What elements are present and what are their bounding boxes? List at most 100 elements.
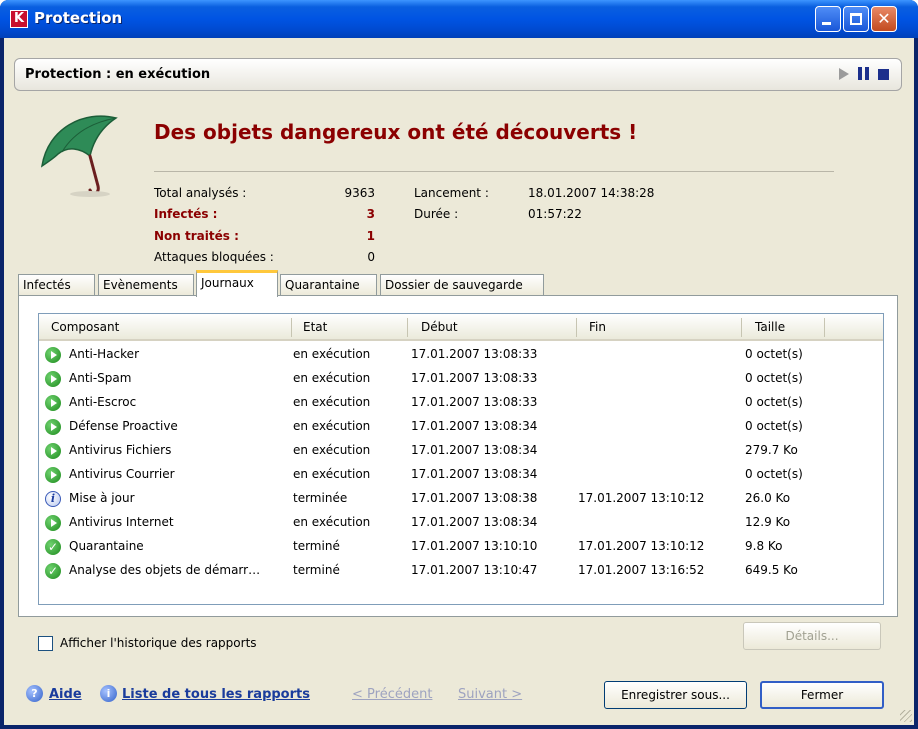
play-button[interactable] bbox=[835, 65, 853, 83]
panel-title: Protection : en exécution bbox=[25, 67, 211, 82]
cell-component: Antivirus Courrier bbox=[69, 467, 175, 481]
tab-journaux[interactable]: Journaux bbox=[196, 270, 278, 297]
history-checkbox-label[interactable]: Afficher l'historique des rapports bbox=[60, 636, 257, 650]
cell-size: 26.0 Ko bbox=[745, 491, 791, 505]
cell-size: 279.7 Ko bbox=[745, 443, 798, 457]
cell-start: 17.01.2007 13:08:34 bbox=[411, 443, 538, 457]
cell-start: 17.01.2007 13:08:34 bbox=[411, 515, 538, 529]
running-status-icon bbox=[45, 443, 61, 459]
cell-size: 12.9 Ko bbox=[745, 515, 791, 529]
total-scanned-label: Total analysés : bbox=[154, 186, 247, 200]
save-as-button[interactable]: Enregistrer sous... bbox=[604, 681, 747, 709]
close-window-button[interactable]: ✕ bbox=[871, 6, 897, 32]
table-row[interactable]: ✓ Analyse des objets de démarr… terminé 17.… bbox=[39, 559, 883, 583]
minimize-button[interactable] bbox=[815, 6, 841, 32]
cell-component: Analyse des objets de démarr… bbox=[69, 563, 261, 577]
cell-start: 17.01.2007 13:08:34 bbox=[411, 419, 538, 433]
cell-size: 0 octet(s) bbox=[745, 347, 803, 361]
cell-start: 17.01.2007 13:10:10 bbox=[411, 539, 538, 553]
running-status-icon bbox=[45, 515, 61, 531]
cell-start: 17.01.2007 13:10:47 bbox=[411, 563, 538, 577]
help-link[interactable]: Aide bbox=[49, 687, 82, 702]
tab-dossier-sauvegarde[interactable]: Dossier de sauvegarde bbox=[380, 274, 544, 296]
tab-content-journaux: Composant Etat Début Fin Taille Anti-Hac… bbox=[18, 295, 898, 617]
running-status-icon bbox=[45, 419, 61, 435]
column-header-etat[interactable]: Etat bbox=[303, 320, 327, 334]
cell-state: terminée bbox=[293, 491, 348, 505]
column-header-composant[interactable]: Composant bbox=[51, 320, 119, 334]
blocked-attacks-label: Attaques bloquées : bbox=[154, 250, 274, 264]
reports-list[interactable]: Composant Etat Début Fin Taille Anti-Hac… bbox=[38, 313, 884, 605]
play-icon bbox=[839, 68, 849, 80]
cell-state: en exécution bbox=[293, 443, 371, 457]
cell-component: Antivirus Internet bbox=[69, 515, 174, 529]
infected-label: Infectés : bbox=[154, 207, 218, 221]
close-icon: ✕ bbox=[877, 9, 891, 28]
info-status-icon: i bbox=[45, 491, 61, 507]
running-status-icon bbox=[45, 395, 61, 411]
cell-start: 17.01.2007 13:08:33 bbox=[411, 395, 538, 409]
table-row[interactable]: Anti-Hacker en exécution 17.01.2007 13:08:… bbox=[39, 343, 883, 367]
launch-value: 18.01.2007 14:38:28 bbox=[528, 186, 655, 200]
window-title: Protection bbox=[34, 9, 123, 27]
cell-end: 17.01.2007 13:10:12 bbox=[578, 491, 705, 505]
cell-size: 9.8 Ko bbox=[745, 539, 783, 553]
title-bar[interactable]: K Protection ✕ bbox=[0, 0, 918, 38]
window-client-area: Protection : en exécution Des objets dan… bbox=[4, 38, 914, 725]
cell-size: 0 octet(s) bbox=[745, 467, 803, 481]
close-button[interactable]: Fermer bbox=[760, 681, 884, 709]
list-header: Composant Etat Début Fin Taille bbox=[39, 314, 883, 341]
tab-infectes[interactable]: Infectés bbox=[18, 274, 95, 296]
resize-grip[interactable] bbox=[900, 710, 912, 722]
duration-label: Durée : bbox=[414, 207, 459, 221]
cell-component: Quarantaine bbox=[69, 539, 144, 553]
all-reports-link[interactable]: Liste de tous les rapports bbox=[122, 687, 310, 702]
cell-component: Mise à jour bbox=[69, 491, 135, 505]
table-row[interactable]: Anti-Spam en exécution 17.01.2007 13:08:33… bbox=[39, 367, 883, 391]
table-row[interactable]: Antivirus Courrier en exécution 17.01.2007… bbox=[39, 463, 883, 487]
cell-state: en exécution bbox=[293, 395, 371, 409]
stop-button[interactable] bbox=[875, 65, 893, 83]
table-row[interactable]: Antivirus Internet en exécution 17.01.2007… bbox=[39, 511, 883, 535]
table-row[interactable]: Défense Proactive en exécution 17.01.2007 … bbox=[39, 415, 883, 439]
tab-evenements[interactable]: Evènements bbox=[98, 274, 194, 296]
history-checkbox[interactable] bbox=[38, 636, 53, 651]
maximize-icon bbox=[850, 13, 862, 25]
tab-quarantaine[interactable]: Quarantaine bbox=[280, 274, 377, 296]
column-header-fin[interactable]: Fin bbox=[589, 320, 606, 334]
running-status-icon bbox=[45, 347, 61, 363]
blocked-attacks-value: 0 bbox=[367, 250, 375, 264]
cell-size: 0 octet(s) bbox=[745, 419, 803, 433]
column-header-debut[interactable]: Début bbox=[421, 320, 458, 334]
previous-link[interactable]: < Précédent bbox=[352, 687, 432, 702]
info-icon[interactable]: i bbox=[100, 685, 117, 702]
running-status-icon bbox=[45, 467, 61, 483]
table-row[interactable]: Anti-Escroc en exécution 17.01.2007 13:08:… bbox=[39, 391, 883, 415]
status-panel-header: Protection : en exécution bbox=[14, 58, 902, 91]
status-heading: Des objets dangereux ont été découverts … bbox=[154, 120, 638, 144]
protection-window: K Protection ✕ Protection : en exécution… bbox=[0, 0, 918, 729]
divider bbox=[154, 171, 834, 172]
cell-state: en exécution bbox=[293, 371, 371, 385]
cell-size: 0 octet(s) bbox=[745, 371, 803, 385]
check-status-icon: ✓ bbox=[45, 563, 61, 579]
total-scanned-value: 9363 bbox=[344, 186, 375, 200]
app-logo-icon: K bbox=[10, 10, 28, 28]
table-row[interactable]: Antivirus Fichiers en exécution 17.01.2007… bbox=[39, 439, 883, 463]
infected-value: 3 bbox=[366, 207, 375, 221]
umbrella-icon bbox=[40, 115, 118, 197]
maximize-button[interactable] bbox=[843, 6, 869, 32]
cell-state: terminé bbox=[293, 539, 340, 553]
untreated-label: Non traités : bbox=[154, 229, 239, 243]
help-icon[interactable]: ? bbox=[26, 685, 43, 702]
table-row[interactable]: ✓ Quarantaine terminé 17.01.2007 13:10:10 17… bbox=[39, 535, 883, 559]
details-button[interactable]: Détails... bbox=[743, 622, 881, 650]
next-link[interactable]: Suivant > bbox=[458, 687, 522, 702]
untreated-value: 1 bbox=[366, 229, 375, 243]
cell-end: 17.01.2007 13:10:12 bbox=[578, 539, 705, 553]
cell-start: 17.01.2007 13:08:34 bbox=[411, 467, 538, 481]
cell-state: en exécution bbox=[293, 515, 371, 529]
column-header-taille[interactable]: Taille bbox=[755, 320, 785, 334]
table-row[interactable]: i Mise à jour terminée 17.01.2007 13:08:38 1… bbox=[39, 487, 883, 511]
pause-button[interactable] bbox=[855, 65, 873, 83]
